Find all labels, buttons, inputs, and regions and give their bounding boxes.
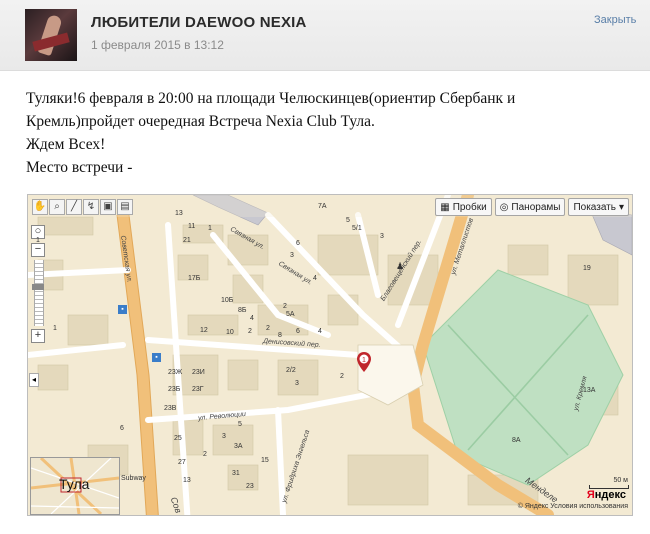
house-number: 2	[203, 451, 207, 458]
pan-left-icon[interactable]: ◂	[29, 373, 39, 387]
house-number: 23	[246, 483, 254, 490]
house-number: 8	[278, 332, 282, 339]
post-line: Ждем Всех!	[26, 136, 106, 153]
house-number: 3	[295, 380, 299, 387]
meeting-point-marker-icon[interactable]: 1	[357, 352, 371, 372]
house-number: 8Б	[238, 307, 247, 314]
house-number: 23В	[164, 405, 177, 412]
group-title[interactable]: ЛЮБИТЕЛИ DAEWOO NEXIA	[91, 14, 307, 31]
panoramas-label: Панорамы	[511, 201, 561, 213]
house-number: 21	[183, 237, 191, 244]
panorama-icon: ◎	[499, 201, 509, 213]
house-number: 2	[283, 303, 287, 310]
house-number: 17Б	[188, 275, 201, 282]
house-number: 3	[380, 233, 384, 240]
house-number: 3А	[234, 443, 243, 450]
print-icon[interactable]: ▣	[100, 199, 116, 215]
post-text: Туляки!6 февраля в 20:00 на площади Челю…	[26, 87, 626, 179]
bus-stop-icon[interactable]: ▪	[118, 305, 127, 314]
post-header: ЛЮБИТЕЛИ DAEWOO NEXIA 1 февраля 2015 в 1…	[0, 0, 650, 71]
house-number: 4	[250, 315, 254, 322]
overview-minimap[interactable]: Тула	[30, 457, 120, 515]
post-line: Место встречи -	[26, 159, 133, 176]
house-number: 8А	[512, 437, 521, 444]
house-number: 31	[232, 470, 240, 477]
zoom-in-button[interactable]: +	[31, 329, 45, 343]
house-number: 4	[313, 275, 317, 282]
house-number: 6	[296, 328, 300, 335]
house-number: 4	[318, 328, 322, 335]
yandex-logo[interactable]: Яндекс	[587, 489, 626, 501]
house-number: 12	[200, 327, 208, 334]
house-number: 23Ж	[168, 369, 183, 376]
house-number: 27	[178, 459, 186, 466]
house-number: 5А	[286, 311, 295, 318]
house-number: 6	[296, 240, 300, 247]
house-number: 3	[222, 433, 226, 440]
house-number: 2	[248, 328, 252, 335]
dropdown-arrow-icon: ▾	[618, 201, 624, 213]
house-number: 5	[346, 217, 350, 224]
house-number: 2	[340, 373, 344, 380]
marker-label: 1	[362, 357, 366, 364]
panoramas-button[interactable]: ◎ Панорамы	[494, 198, 566, 216]
hand-icon[interactable]: ✋	[32, 199, 48, 215]
map-toolbar: ✋ ⌕ ╱ ↯ ▣ ▤	[32, 199, 133, 215]
house-number: 25	[174, 435, 182, 442]
post-line: Туляки!6 февраля в 20:00 на площади Челю…	[26, 90, 516, 130]
minimap-city-label: Тула	[59, 476, 90, 492]
yandex-logo-first: Я	[586, 489, 595, 501]
house-number: 23Б	[168, 386, 181, 393]
close-button[interactable]: Закрыть	[594, 14, 636, 26]
house-number: 7А	[318, 203, 327, 210]
monument-icon: ♟	[396, 261, 405, 271]
map-copyright[interactable]: © Яндекс Условия использования	[518, 503, 628, 510]
house-number: 1	[208, 225, 212, 232]
bus-stop-icon[interactable]: ▪	[152, 353, 161, 362]
traffic-button[interactable]: ▦ Пробки	[435, 198, 492, 216]
route-icon[interactable]: ↯	[83, 199, 99, 215]
house-number: 13	[183, 477, 191, 484]
zoom-slider[interactable]	[32, 260, 44, 326]
house-number: 11	[188, 223, 196, 230]
house-number: 10Б	[221, 297, 234, 304]
house-number: 5	[238, 421, 242, 428]
group-avatar[interactable]	[25, 9, 77, 61]
house-number: 13А	[583, 387, 596, 394]
house-number: 19	[583, 265, 591, 272]
scale-label: 50 м	[613, 477, 628, 484]
house-number: 2	[266, 325, 270, 332]
yandex-map[interactable]: ✋ ⌕ ╱ ↯ ▣ ▤ ▦ Пробки ◎ Панорамы Показать…	[27, 194, 633, 516]
house-number: 3	[290, 252, 294, 259]
house-number: 23Г	[192, 386, 204, 393]
house-number: 1	[36, 237, 40, 244]
post-date[interactable]: 1 февраля 2015 в 13:12	[91, 38, 224, 52]
zoom-icon[interactable]: ⌕	[49, 199, 65, 215]
show-label: Показать	[573, 201, 616, 213]
house-number: 13	[175, 210, 183, 217]
yandex-logo-rest: ндекс	[594, 489, 626, 501]
house-number: 5/1	[352, 225, 362, 232]
ruler-icon[interactable]: ╱	[66, 199, 82, 215]
traffic-label: Пробки	[452, 201, 487, 213]
house-number: 15	[261, 457, 269, 464]
house-number: 6	[120, 425, 124, 432]
layers-icon[interactable]: ▤	[117, 199, 133, 215]
house-number: 1	[53, 325, 57, 332]
zoom-out-button[interactable]: −	[31, 243, 45, 257]
map-layer-buttons: ▦ Пробки ◎ Панорамы Показать ▾	[435, 198, 629, 216]
show-dropdown[interactable]: Показать ▾	[568, 198, 629, 216]
house-number: 23И	[192, 369, 205, 376]
traffic-icon: ▦	[440, 201, 450, 213]
subway-label: Subway	[121, 475, 146, 482]
house-number: 2/2	[286, 367, 296, 374]
zoom-slider-handle[interactable]	[32, 284, 44, 290]
house-number: 10	[226, 329, 234, 336]
